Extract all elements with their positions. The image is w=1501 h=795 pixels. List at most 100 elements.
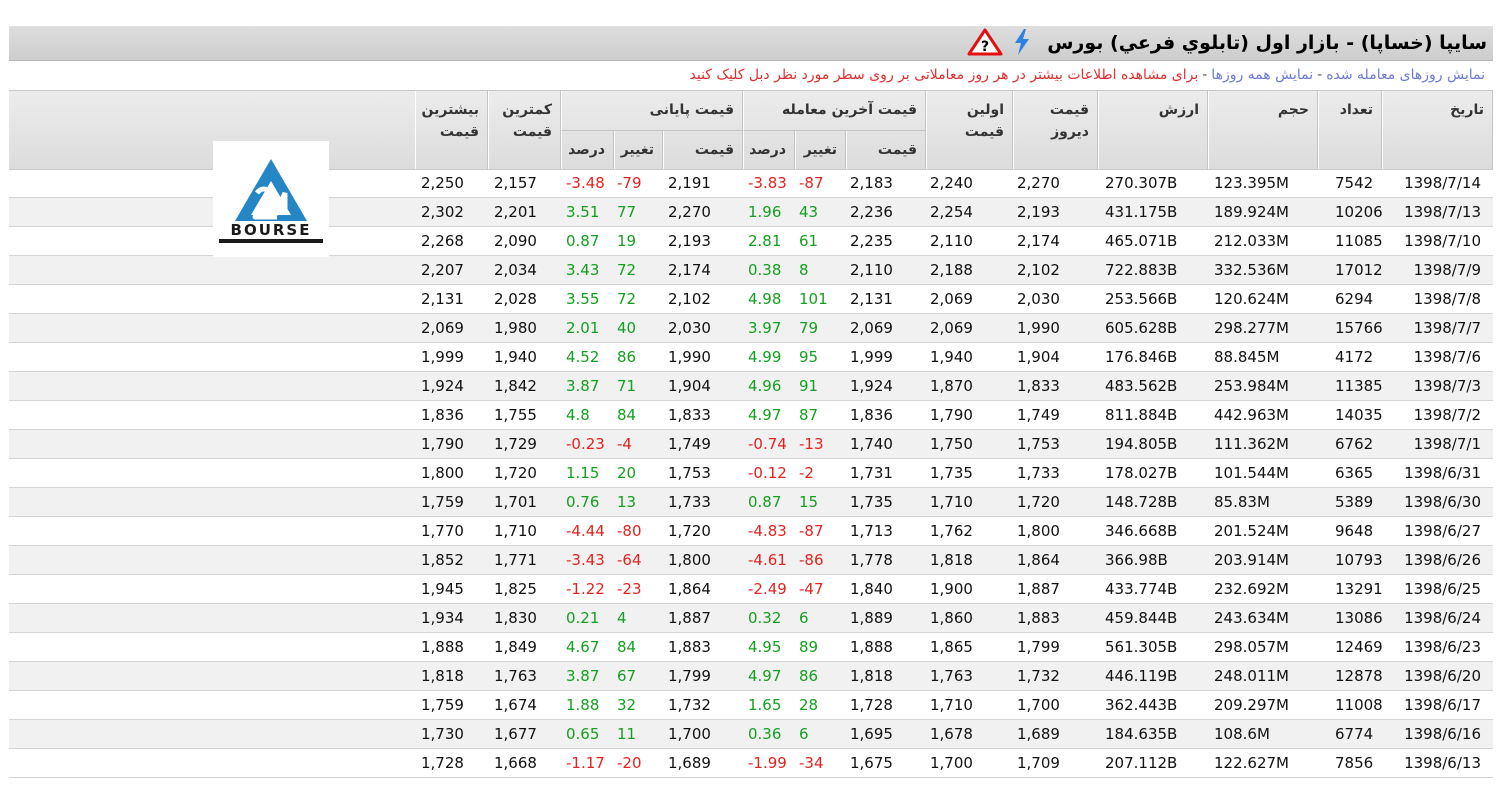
cell-count: 7856 (1335, 754, 1374, 772)
table-row[interactable]: 1398/6/23 12469 298.057M 561.305B 1,799 1,865… (9, 633, 1493, 662)
header-last-percent[interactable]: درصد (743, 131, 795, 169)
warning-triangle-question-icon[interactable]: ? (967, 28, 1003, 56)
cell-close-percent: 3.87 (566, 667, 600, 685)
cell-last-percent: 4.97 (748, 406, 782, 424)
cell-close-change: 71 (617, 377, 637, 395)
cell-last-change: 86 (799, 667, 819, 685)
table-row[interactable]: 1398/6/25 13291 232.692M 433.774B 1,887 1,900… (9, 575, 1493, 604)
table-row[interactable]: 1398/7/6 4172 88.845M 176.846B 1,904 1,940 1,9… (9, 343, 1493, 372)
table-row[interactable]: 1398/7/8 6294 120.624M 253.566B 2,030 2,069 2,… (9, 285, 1493, 314)
cell-close-price: 1,799 (668, 667, 711, 685)
cell-close-percent: 0.21 (566, 609, 600, 627)
cell-first-price: 1,940 (930, 348, 973, 366)
cell-max-price: 1,852 (421, 551, 464, 569)
header-last-change[interactable]: تغییر (795, 131, 846, 169)
cell-close-change: -79 (617, 174, 642, 192)
header-first-price[interactable]: اولین قیمت (926, 91, 1013, 169)
table-row[interactable]: 1398/6/24 13086 243.634M 459.844B 1,883 1,860… (9, 604, 1493, 633)
cell-count: 11008 (1335, 696, 1383, 714)
table-row[interactable]: 1398/7/9 17012 332.536M 722.883B 2,102 2,188 2… (9, 256, 1493, 285)
show-traded-days-link[interactable]: نمایش روزهای معامله شده (1326, 67, 1485, 83)
table-row[interactable]: 1398/6/27 9648 201.524M 346.668B 1,800 1,762 1… (9, 517, 1493, 546)
table-row[interactable]: 1398/6/13 7856 122.627M 207.112B 1,709 1,700 1… (9, 749, 1493, 778)
cell-value: 148.728B (1105, 493, 1178, 511)
cell-value: 362.443B (1105, 696, 1178, 714)
cell-yesterday-price: 1,883 (1017, 609, 1060, 627)
cell-value: 194.805B (1105, 435, 1178, 453)
cell-last-percent: 4.95 (748, 638, 782, 656)
cell-last-percent: 2.81 (748, 232, 782, 250)
cell-min-price: 1,674 (494, 696, 537, 714)
cell-value: 253.566B (1105, 290, 1178, 308)
cell-min-price: 1,668 (494, 754, 537, 772)
cell-min-price: 1,701 (494, 493, 537, 511)
cell-date: 1398/6/23 (1404, 638, 1481, 656)
header-yesterday-price[interactable]: قیمت دیروز (1013, 91, 1098, 169)
cell-first-price: 1,790 (930, 406, 973, 424)
cell-close-change: 72 (617, 261, 637, 279)
header-last-trade-group: قیمت آخرین معامله (743, 91, 926, 131)
cell-max-price: 1,770 (421, 522, 464, 540)
cell-last-price: 2,110 (850, 261, 893, 279)
table-row[interactable]: 1398/6/31 6365 101.544M 178.027B 1,733 1,735 1… (9, 459, 1493, 488)
cell-last-percent: 4.98 (748, 290, 782, 308)
cell-close-price: 1,990 (668, 348, 711, 366)
cell-date: 1398/7/3 (1413, 377, 1481, 395)
cell-max-price: 2,250 (421, 174, 464, 192)
cell-min-price: 2,201 (494, 203, 537, 221)
cell-yesterday-price: 1,864 (1017, 551, 1060, 569)
header-close-price[interactable]: قیمت (663, 131, 743, 169)
table-row[interactable]: 1398/6/16 6774 108.6M 184.635B 1,689 1,678 1,6… (9, 720, 1493, 749)
cell-max-price: 2,268 (421, 232, 464, 250)
table-row[interactable]: 1398/6/30 5389 85.83M 148.728B 1,720 1,710 1,7… (9, 488, 1493, 517)
cell-last-change: -34 (799, 754, 824, 772)
header-date[interactable]: تاریخ (1382, 91, 1493, 169)
cell-last-price: 1,818 (850, 667, 893, 685)
cell-close-change: -80 (617, 522, 642, 540)
header-close-percent[interactable]: درصد (561, 131, 614, 169)
cell-first-price: 2,110 (930, 232, 973, 250)
bourse-logo: BOURSE (213, 141, 329, 257)
cell-close-percent: 1.88 (566, 696, 600, 714)
cell-last-percent: -1.99 (748, 754, 787, 772)
cell-last-percent: -4.83 (748, 522, 787, 540)
header-last-price[interactable]: قیمت (846, 131, 926, 169)
cell-yesterday-price: 1,799 (1017, 638, 1060, 656)
cell-volume: 108.6M (1214, 725, 1270, 743)
lightning-bolt-icon[interactable] (1012, 28, 1032, 56)
header-volume[interactable]: حجم (1208, 91, 1318, 169)
header-count[interactable]: تعداد (1318, 91, 1382, 169)
cell-close-change: 13 (617, 493, 637, 511)
cell-first-price: 1,710 (930, 493, 973, 511)
cell-close-price: 1,864 (668, 580, 711, 598)
cell-last-price: 1,888 (850, 638, 893, 656)
cell-close-price: 2,270 (668, 203, 711, 221)
cell-count: 4172 (1335, 348, 1374, 366)
header-min-price[interactable]: کمترین قیمت (488, 91, 561, 169)
table-row[interactable]: 1398/7/3 11385 253.984M 483.562B 1,833 1,870 1… (9, 372, 1493, 401)
cell-date: 1398/7/9 (1413, 261, 1481, 279)
cell-max-price: 2,131 (421, 290, 464, 308)
cell-last-percent: 4.99 (748, 348, 782, 366)
cell-yesterday-price: 1,700 (1017, 696, 1060, 714)
table-row[interactable]: 1398/7/1 6762 111.362M 194.805B 1,753 1,750 1,… (9, 430, 1493, 459)
cell-last-change: 43 (799, 203, 819, 221)
header-close-change[interactable]: تغییر (614, 131, 663, 169)
cell-count: 10206 (1335, 203, 1383, 221)
table-row[interactable]: 1398/6/20 12878 248.011M 446.119B 1,732 1,763… (9, 662, 1493, 691)
table-row[interactable]: 1398/6/26 10793 203.914M 366.98B 1,864 1,818 1… (9, 546, 1493, 575)
show-all-days-link[interactable]: نمایش همه روزها (1211, 67, 1313, 83)
cell-count: 12469 (1335, 638, 1383, 656)
cell-yesterday-price: 1,990 (1017, 319, 1060, 337)
cell-volume: 298.057M (1214, 638, 1289, 656)
table-row[interactable]: 1398/6/17 11008 209.297M 362.443B 1,700 1,710… (9, 691, 1493, 720)
header-value[interactable]: ارزش (1098, 91, 1208, 169)
table-row[interactable]: 1398/7/2 14035 442.963M 811.884B 1,749 1,790 1… (9, 401, 1493, 430)
header-max-price[interactable]: بیشترین قیمت (415, 91, 488, 169)
cell-count: 6365 (1335, 464, 1374, 482)
cell-volume: 120.624M (1214, 290, 1289, 308)
cell-close-percent: 3.51 (566, 203, 600, 221)
cell-count: 6294 (1335, 290, 1374, 308)
cell-date: 1398/7/2 (1413, 406, 1481, 424)
table-row[interactable]: 1398/7/7 15766 298.277M 605.628B 1,990 2,069 2… (9, 314, 1493, 343)
